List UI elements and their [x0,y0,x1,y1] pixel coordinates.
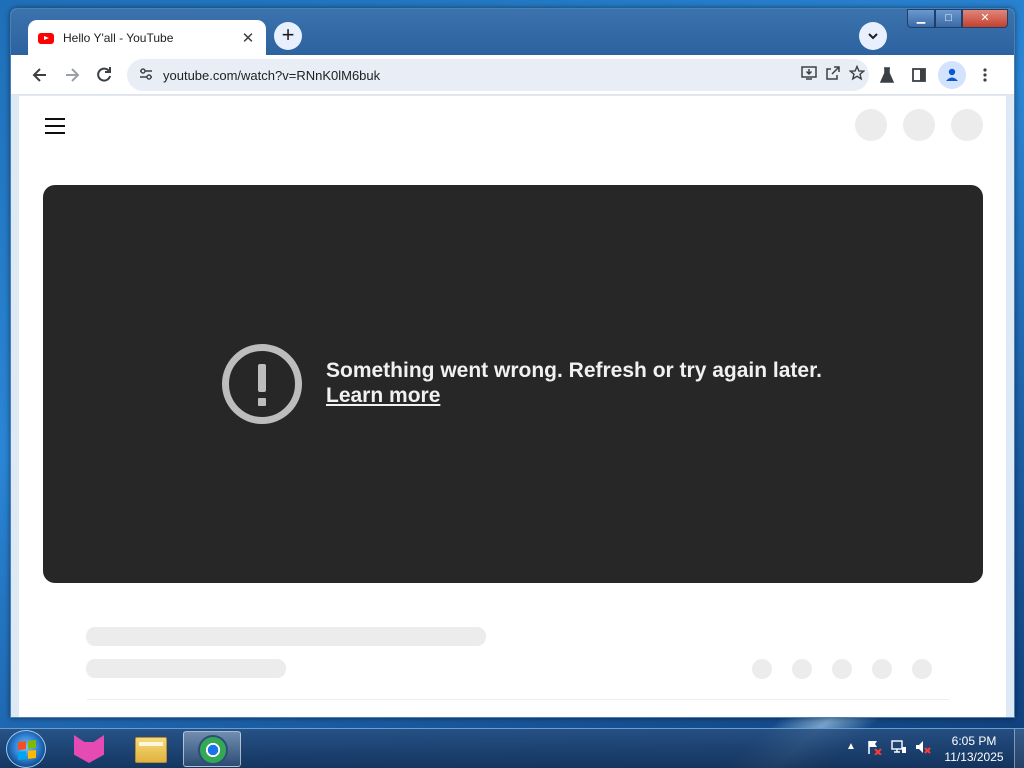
minimize-button[interactable]: ▁ [907,9,935,28]
taskbar: ▲ 6:05 PM 11/13/2025 [0,728,1024,768]
action-skeleton-dot [752,659,772,679]
install-app-icon[interactable] [797,65,821,85]
flask-icon [879,67,895,83]
share-icon[interactable] [821,65,845,85]
network-icon[interactable] [891,739,907,758]
new-tab-button[interactable]: + [274,22,302,50]
show-desktop-button[interactable] [1014,729,1024,768]
fox-app-icon [74,735,104,763]
error-message: Something went wrong. Refresh or try aga… [326,358,822,408]
youtube-favicon-icon [38,32,54,44]
side-panel-icon [912,68,926,82]
action-center-flag-icon[interactable] [866,739,882,758]
browser-icon [198,735,228,765]
title-bar: Hello Y'all - YouTube ✕ + ▁ □ ✕ [11,9,1014,56]
taskbar-app-browser[interactable] [183,731,241,767]
tab-close-icon[interactable]: ✕ [240,29,256,47]
show-hidden-icons-arrow[interactable]: ▲ [846,741,856,752]
reload-icon [97,67,111,82]
side-panel-button[interactable] [905,61,933,89]
header-placeholder-circle [951,109,983,141]
reload-button[interactable] [90,61,118,89]
star-icon[interactable] [845,64,869,85]
kebab-menu-icon [983,68,987,82]
hamburger-menu-icon[interactable] [45,118,65,139]
taskbar-app-explorer[interactable] [121,731,179,767]
browser-window: Hello Y'all - YouTube ✕ + ▁ □ ✕ youtube.… [10,8,1015,718]
windows-logo-icon [18,740,36,760]
clock-date: 11/13/2025 [944,750,1004,764]
title-skeleton [86,627,486,646]
clock-time: 6:05 PM [951,734,997,748]
error-exclamation-icon [222,344,302,424]
tab-search-button[interactable] [859,22,887,50]
forward-arrow-icon [66,68,80,82]
address-bar[interactable]: youtube.com/watch?v=RNnK0lM6buk [127,59,869,91]
chevron-down-icon [868,33,878,40]
video-player[interactable]: Something went wrong. Refresh or try aga… [43,185,983,583]
close-window-button[interactable]: ✕ [962,9,1008,28]
forward-button[interactable] [58,61,86,89]
browser-toolbar: youtube.com/watch?v=RNnK0lM6buk [11,55,1014,95]
action-skeleton-dot [872,659,892,679]
tab-active[interactable]: Hello Y'all - YouTube ✕ [28,20,266,56]
content-divider [87,699,949,700]
back-arrow-icon [32,68,46,82]
page-content: Something went wrong. Refresh or try aga… [19,96,1006,717]
taskbar-app-fox[interactable] [60,731,118,767]
action-skeleton-dot [832,659,852,679]
tab-title: Hello Y'all - YouTube [63,31,174,45]
file-explorer-icon [135,737,167,763]
start-button[interactable] [6,730,46,768]
header-placeholder-circle [903,109,935,141]
labs-button[interactable] [873,61,901,89]
browser-menu-button[interactable] [971,61,999,89]
tune-icon[interactable] [139,67,153,84]
profile-icon [946,68,958,81]
channel-skeleton [86,659,286,678]
system-clock[interactable]: 6:05 PM 11/13/2025 [936,733,1012,765]
url-text[interactable]: youtube.com/watch?v=RNnK0lM6buk [163,68,797,83]
action-skeleton-dot [792,659,812,679]
window-controls: ▁ □ ✕ [907,9,1008,28]
maximize-button[interactable]: □ [935,9,962,28]
error-message-text: Something went wrong. Refresh or try aga… [326,359,822,382]
action-skeleton-dot [912,659,932,679]
learn-more-link[interactable]: Learn more [326,383,440,408]
volume-muted-icon[interactable] [915,739,931,758]
header-placeholder-circle [855,109,887,141]
back-button[interactable] [26,61,54,89]
profile-button[interactable] [938,61,966,89]
